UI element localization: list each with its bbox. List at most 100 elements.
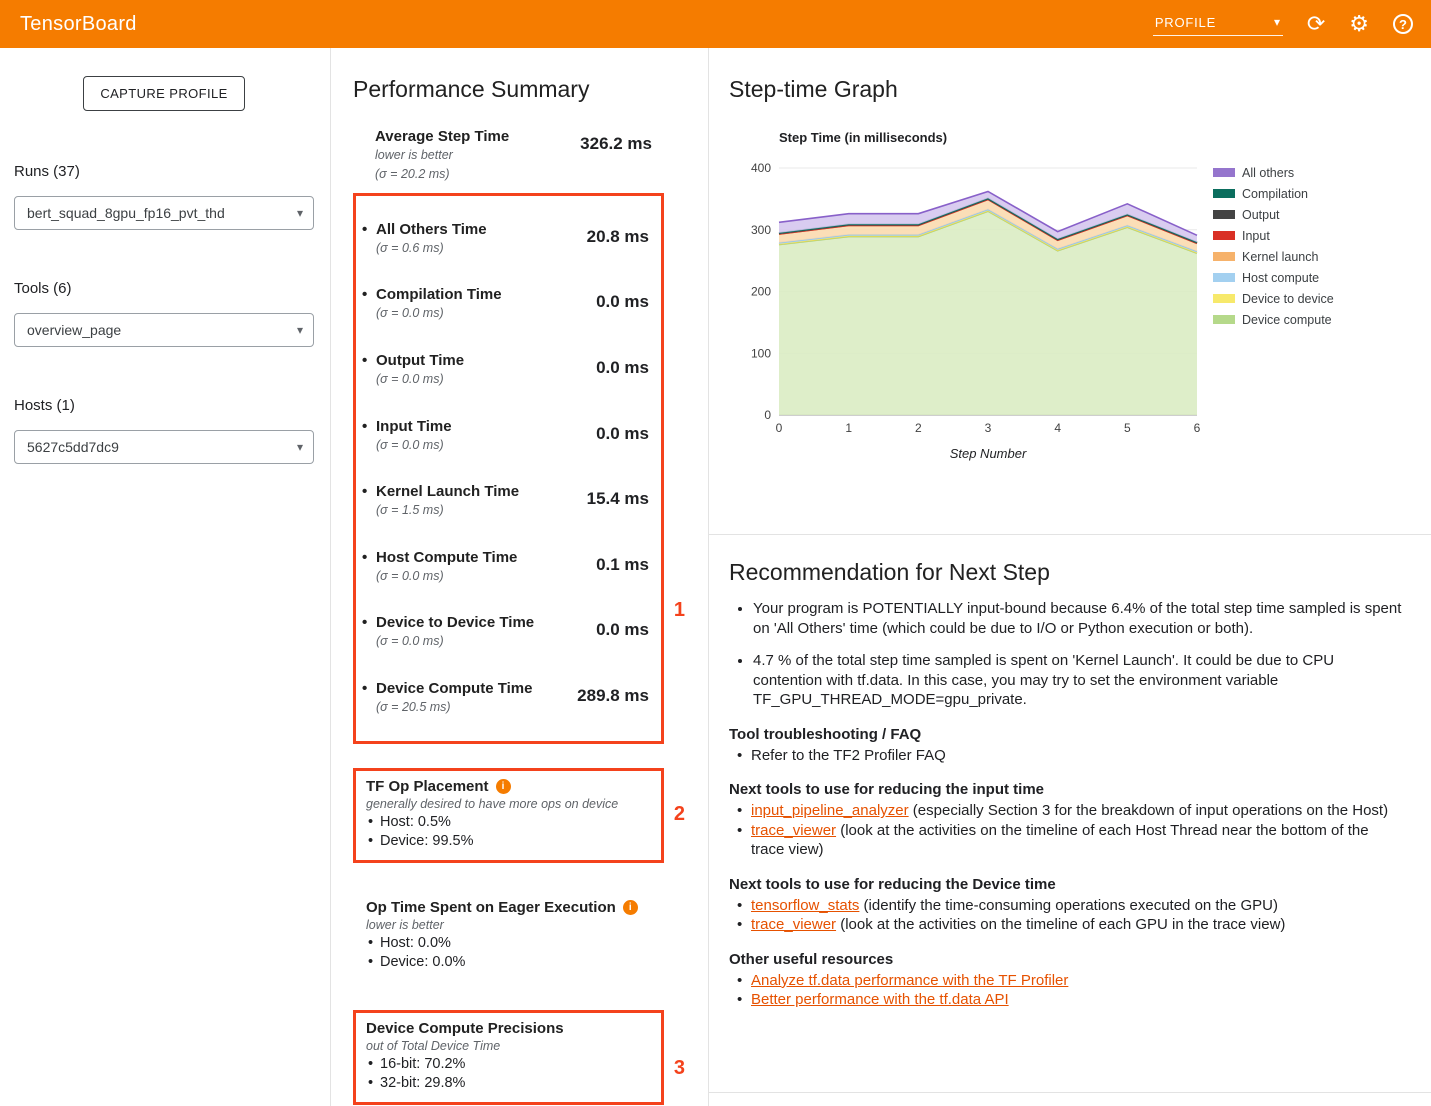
page-content: CAPTURE PROFILE Runs (37) bert_squad_8gp… (0, 48, 1431, 1106)
rec-link[interactable]: trace_viewer (751, 916, 836, 933)
bullet-icon: • (362, 614, 376, 631)
annotation-number-1: 1 (674, 599, 685, 622)
recommendation-bullet: 4.7 % of the total step time sampled is … (753, 651, 1403, 710)
rec-link[interactable]: Analyze tf.data performance with the TF … (751, 972, 1068, 989)
svg-text:400: 400 (751, 161, 771, 175)
recommendation-bullet: Your program is POTENTIALLY input-bound … (753, 599, 1403, 638)
rec-link[interactable]: trace_viewer (751, 822, 836, 839)
dashboard-select[interactable]: PROFILE ▾ (1153, 13, 1283, 36)
metric-name: •Input Time (362, 418, 452, 435)
rec-link[interactable]: input_pipeline_analyzer (751, 802, 909, 819)
annotation-number-2: 2 (674, 803, 685, 826)
rec-item: Analyze tf.data performance with the TF … (729, 971, 1403, 991)
metrics-list: •All Others Time(σ = 0.6 ms)20.8 ms•Comp… (356, 206, 661, 731)
rec-section-list: tensorflow_stats (identify the time-cons… (729, 896, 1403, 935)
step-time-graph-title: Step-time Graph (729, 76, 1407, 102)
svg-text:2: 2 (915, 421, 922, 435)
svg-text:200: 200 (751, 285, 771, 299)
runs-select-value: bert_squad_8gpu_fp16_pvt_thd (27, 205, 225, 221)
device-precisions-note: out of Total Device Time (366, 1039, 651, 1053)
metric-row: •Device Compute Time (σ = 20.5 ms) 289.8 m… (356, 665, 661, 731)
tf-op-placement-list: Host: 0.5%Device: 99.5% (366, 813, 651, 851)
recommendation-bullets: Your program is POTENTIALLY input-bound … (729, 599, 1403, 710)
bullet-icon: • (362, 549, 376, 566)
rec-link[interactable]: tensorflow_stats (751, 897, 859, 914)
rec-sections: Tool troubleshooting / FAQ Refer to the T… (729, 726, 1403, 1010)
svg-text:6: 6 (1194, 421, 1201, 435)
list-item: 16-bit: 70.2% (366, 1055, 651, 1074)
runs-label: Runs (37) (14, 163, 314, 180)
capture-profile-button[interactable]: CAPTURE PROFILE (83, 76, 244, 111)
metric-value: 0.0 ms (596, 358, 649, 388)
reload-icon[interactable]: ⟳ (1307, 13, 1325, 35)
eager-execution-title-row: Op Time Spent on Eager Execution i (366, 899, 654, 916)
svg-text:Compilation: Compilation (1242, 187, 1308, 201)
bullet-icon: • (362, 483, 376, 500)
metric-value: 289.8 ms (577, 686, 649, 716)
rec-section-heading: Next tools to use for reducing the Devic… (729, 876, 1403, 893)
gear-icon[interactable]: ⚙ (1349, 13, 1369, 35)
app-title: TensorBoard (20, 13, 137, 36)
chevron-down-icon: ▾ (297, 206, 303, 220)
rec-section-heading: Tool troubleshooting / FAQ (729, 726, 1403, 743)
rec-item: Better performance with the tf.data API (729, 990, 1403, 1010)
hosts-label: Hosts (1) (14, 397, 314, 414)
device-precisions-box: Device Compute Precisions out of Total D… (353, 1010, 664, 1105)
metric-row: •All Others Time(σ = 0.6 ms)20.8 ms (356, 206, 661, 272)
svg-text:Step Time (in milliseconds): Step Time (in milliseconds) (779, 130, 947, 145)
svg-text:All others: All others (1242, 166, 1294, 180)
performance-summary-panel: Performance Summary Average Step Time lo… (331, 48, 709, 1106)
hosts-select-value: 5627c5dd7dc9 (27, 439, 119, 455)
metric-note: lower is better (375, 148, 509, 164)
hosts-select[interactable]: 5627c5dd7dc9 ▾ (14, 430, 314, 464)
tools-label: Tools (6) (14, 280, 314, 297)
bullet-icon: • (362, 221, 376, 238)
metric-name: •All Others Time (362, 221, 487, 238)
tools-select[interactable]: overview_page ▾ (14, 313, 314, 347)
annotation-number-3: 3 (674, 1057, 685, 1080)
metric-sigma: (σ = 0.0 ms) (376, 569, 517, 585)
tf-op-placement-note: generally desired to have more ops on de… (366, 797, 651, 811)
list-item: Host: 0.5% (366, 813, 651, 832)
metric-value: 15.4 ms (587, 489, 649, 519)
list-item: Device: 0.0% (366, 953, 654, 972)
svg-text:1: 1 (845, 421, 852, 435)
metric-row: •Host Compute Time (σ = 0.0 ms) 0.1 ms (356, 534, 661, 600)
eager-execution-section: Op Time Spent on Eager Execution i lower… (353, 899, 664, 972)
runs-select[interactable]: bert_squad_8gpu_fp16_pvt_thd ▾ (14, 196, 314, 230)
metric-row: •Kernel Launch Time(σ = 1.5 ms)15.4 ms (356, 468, 661, 534)
metric-row: •Device to Device Time(σ = 0.0 ms)0.0 ms (356, 599, 661, 665)
help-icon[interactable]: ? (1393, 14, 1413, 34)
metric-sigma: (σ = 1.5 ms) (376, 503, 519, 519)
svg-text:Host compute: Host compute (1242, 271, 1319, 285)
metric-sigma: (σ = 0.0 ms) (376, 634, 534, 650)
step-time-chart-wrap: 01002003004000123456Step Time (in millis… (745, 128, 1407, 473)
metric-row: •Compilation Time(σ = 0.0 ms)0.0 ms (356, 271, 661, 337)
svg-text:300: 300 (751, 223, 771, 237)
step-time-graph-section: Step-time Graph 01002003004000123456Step… (709, 48, 1431, 535)
metric-sigma: (σ = 0.0 ms) (376, 306, 502, 322)
metric-name: •Host Compute Time (362, 549, 517, 566)
svg-text:Input: Input (1242, 229, 1270, 243)
info-icon[interactable]: i (496, 779, 511, 794)
rec-section-list: Refer to the TF2 Profiler FAQ (729, 746, 1403, 766)
app-header: TensorBoard PROFILE ▾ ⟳ ⚙ ? (0, 0, 1431, 48)
eager-execution-note: lower is better (366, 918, 654, 932)
rec-section-heading: Other useful resources (729, 951, 1403, 968)
device-precisions-title: Device Compute Precisions (366, 1020, 564, 1037)
metric-sigma: (σ = 20.5 ms) (376, 700, 532, 716)
metric-name: •Device Compute Time (362, 680, 532, 697)
list-item: Device: 99.5% (366, 832, 651, 851)
metric-row: •Output Time(σ = 0.0 ms)0.0 ms (356, 337, 661, 403)
metric-row: •Input Time(σ = 0.0 ms)0.0 ms (356, 403, 661, 469)
step-time-chart: 01002003004000123456Step Time (in millis… (745, 128, 1385, 468)
metric-value: 0.1 ms (596, 555, 649, 585)
hosts-group: Hosts (1) 5627c5dd7dc9 ▾ (14, 397, 314, 464)
performance-summary-title: Performance Summary (353, 76, 686, 102)
svg-text:0: 0 (764, 408, 771, 422)
rec-item: Refer to the TF2 Profiler FAQ (729, 746, 1403, 766)
metric-value: 326.2 ms (580, 134, 652, 182)
info-icon[interactable]: i (623, 900, 638, 915)
rec-link[interactable]: Better performance with the tf.data API (751, 991, 1009, 1008)
rec-section-list: Analyze tf.data performance with the TF … (729, 971, 1403, 1010)
